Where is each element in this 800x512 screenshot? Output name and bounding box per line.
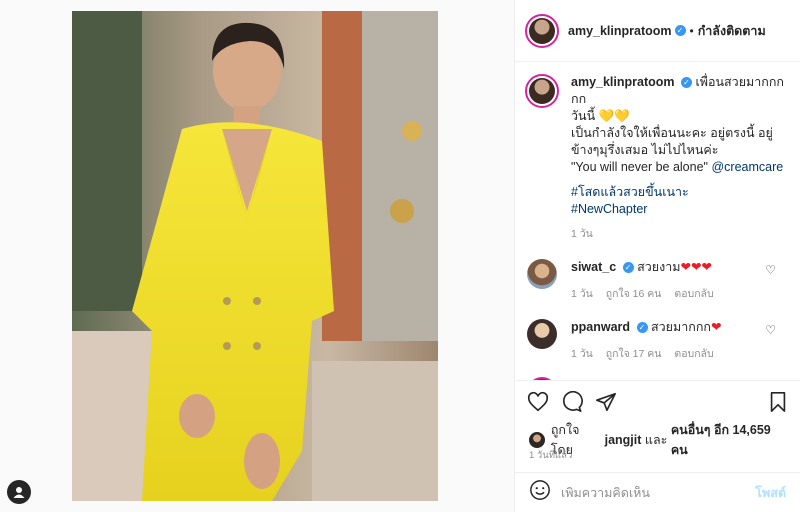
comment-age[interactable]: 1 วัน: [571, 288, 593, 300]
hashtag-link-1[interactable]: #โสดแล้วสวยขึ้นเนาะ: [571, 184, 790, 201]
paper-plane-icon[interactable]: [595, 391, 617, 413]
comment-row: siwat_c ✓ สวยงาม❤❤❤ 1 วัน ถูกใจ 16 คน ตอ…: [525, 259, 790, 303]
likes-others[interactable]: คนอื่นๆ อีก 14,659 คน: [671, 420, 790, 460]
comment-likes[interactable]: ถูกใจ 17 คน: [606, 348, 662, 360]
account-circle-icon[interactable]: [7, 480, 31, 504]
reply-button[interactable]: ตอบกลับ: [674, 348, 713, 360]
verified-badge-icon: ✓: [674, 25, 686, 36]
post-comment-button[interactable]: โพสต์: [755, 483, 786, 503]
comment-input[interactable]: [561, 485, 756, 500]
caption-line-2: วันนี้ 💛💛: [571, 109, 630, 123]
comment-age[interactable]: 1 วัน: [571, 348, 593, 360]
comment-likes[interactable]: ถูกใจ 16 คน: [606, 288, 662, 300]
user-silhouette-icon: [13, 487, 25, 498]
caption-line-4: ข้างๆมุรึ่งเสมอ ไม่ไปไหนค่ะ: [571, 143, 719, 157]
photo-illustration: [72, 11, 438, 501]
caption-age[interactable]: 1 วัน: [571, 228, 593, 240]
post-header: amy_klinpratoom ✓ • กำลังติดตาม: [515, 0, 800, 62]
action-bar: [515, 380, 800, 422]
caption-line-5: "You will never be alone" @creamcare: [571, 159, 790, 176]
verified-badge-icon: ✓: [636, 322, 648, 333]
verified-badge-icon: ✓: [681, 77, 692, 88]
comments-list[interactable]: amy_klinpratoom ✓ เพื่อนสวยมากกกกก วันนี…: [515, 62, 800, 380]
reply-button[interactable]: ตอบกลับ: [674, 288, 713, 300]
caption-quote: "You will never be alone": [571, 160, 708, 174]
comment-body: ppanward ✓ สวยมากกก❤ 1 วัน ถูกใจ 17 คน ต…: [571, 319, 724, 363]
comment-meta: 1 วัน ถูกใจ 17 คน ตอบกลับ: [571, 346, 724, 363]
caption-line-3: เป็นกำลังใจให้เพื่อนนะคะ อยู่ตรงนี้ อยู่: [571, 126, 773, 140]
comment-heart-icon[interactable]: ♡: [765, 263, 776, 277]
separator-dot: •: [689, 23, 694, 38]
caption: amy_klinpratoom ✓ เพื่อนสวยมากกกกก วันนี…: [525, 74, 790, 243]
caption-username[interactable]: amy_klinpratoom: [571, 75, 675, 89]
post-timestamp[interactable]: 1 วันที่แล้ว: [529, 448, 572, 463]
liker-username[interactable]: jangjit: [605, 433, 642, 447]
author-username[interactable]: amy_klinpratoom: [568, 24, 672, 38]
commenter-username[interactable]: ppanward: [571, 320, 630, 334]
comment-heart-icon[interactable]: ♡: [765, 323, 776, 337]
bookmark-icon[interactable]: [768, 391, 788, 413]
mention-link[interactable]: @creamcare: [711, 160, 783, 174]
commenter-avatar[interactable]: [527, 319, 557, 349]
author-avatar[interactable]: [525, 13, 559, 48]
comment-hearts: ❤❤❤: [680, 260, 712, 274]
comment-text: สวยมากกก: [651, 320, 711, 334]
liker-avatar: [529, 432, 545, 448]
post-side-panel: amy_klinpratoom ✓ • กำลังติดตาม amy_klin…: [514, 0, 800, 512]
caption-meta: 1 วัน: [571, 226, 790, 243]
comment-body: siwat_c ✓ สวยงาม❤❤❤ 1 วัน ถูกใจ 16 คน ตอ…: [571, 259, 724, 303]
heart-outline-icon[interactable]: [527, 391, 549, 413]
commenter-avatar[interactable]: [527, 259, 557, 289]
post-photo[interactable]: [72, 11, 438, 501]
likes-middle: และ: [644, 433, 668, 447]
smiley-icon[interactable]: [529, 479, 551, 506]
caption-author-avatar[interactable]: [525, 74, 559, 108]
comment-composer: โพสต์: [515, 472, 800, 512]
verified-badge-icon: ✓: [622, 262, 634, 273]
following-button[interactable]: กำลังติดตาม: [698, 21, 766, 41]
comment-hearts: ❤: [710, 320, 722, 334]
comment-row: ppanward ✓ สวยมากกก❤ 1 วัน ถูกใจ 17 คน ต…: [525, 319, 790, 363]
speech-bubble-icon[interactable]: [561, 390, 583, 413]
comment-text: สวยงาม: [637, 260, 681, 274]
commenter-username[interactable]: siwat_c: [571, 260, 616, 274]
caption-body: amy_klinpratoom ✓ เพื่อนสวยมากกกกก วันนี…: [571, 74, 790, 243]
hashtag-link-2[interactable]: #NewChapter: [571, 201, 790, 218]
comment-meta: 1 วัน ถูกใจ 16 คน ตอบกลับ: [571, 286, 724, 303]
